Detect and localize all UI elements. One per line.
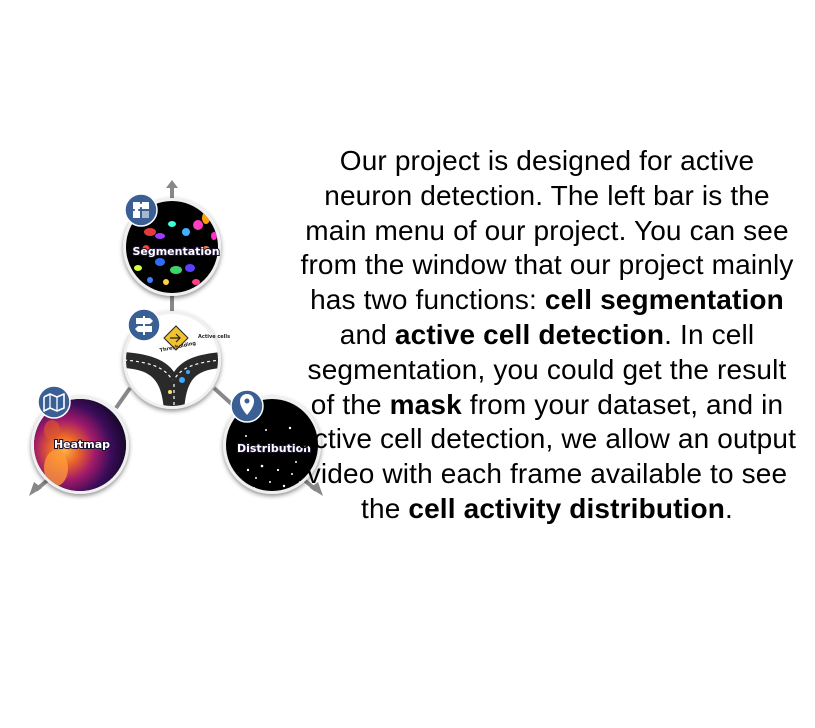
signpost-icon — [127, 308, 161, 342]
segmentation-label: Segmentation — [132, 245, 219, 258]
description-text: and — [339, 318, 395, 350]
description-emphasis: mask — [389, 388, 462, 420]
puzzle-icon — [124, 193, 158, 227]
description-emphasis: cell segmentation — [544, 284, 784, 316]
description-emphasis: cell activity distribution — [408, 492, 725, 524]
description-text: . — [725, 492, 733, 524]
thresholding-sign-text: Active cells — [198, 334, 230, 340]
heatmap-label: Heatmap — [54, 438, 110, 451]
thresholding-node[interactable]: Active cells Thresholding — [120, 308, 230, 412]
segmentation-node[interactable]: Segmentation — [120, 193, 224, 299]
map-icon — [37, 385, 71, 419]
description-emphasis: active cell detection — [394, 318, 665, 350]
project-description: Our project is designed for active neuro… — [296, 144, 798, 527]
location-pin-icon — [230, 389, 264, 423]
heatmap-node[interactable]: Heatmap — [28, 385, 132, 497]
feature-diagram: Segmentation Active cells Thresholding H… — [28, 180, 323, 497]
